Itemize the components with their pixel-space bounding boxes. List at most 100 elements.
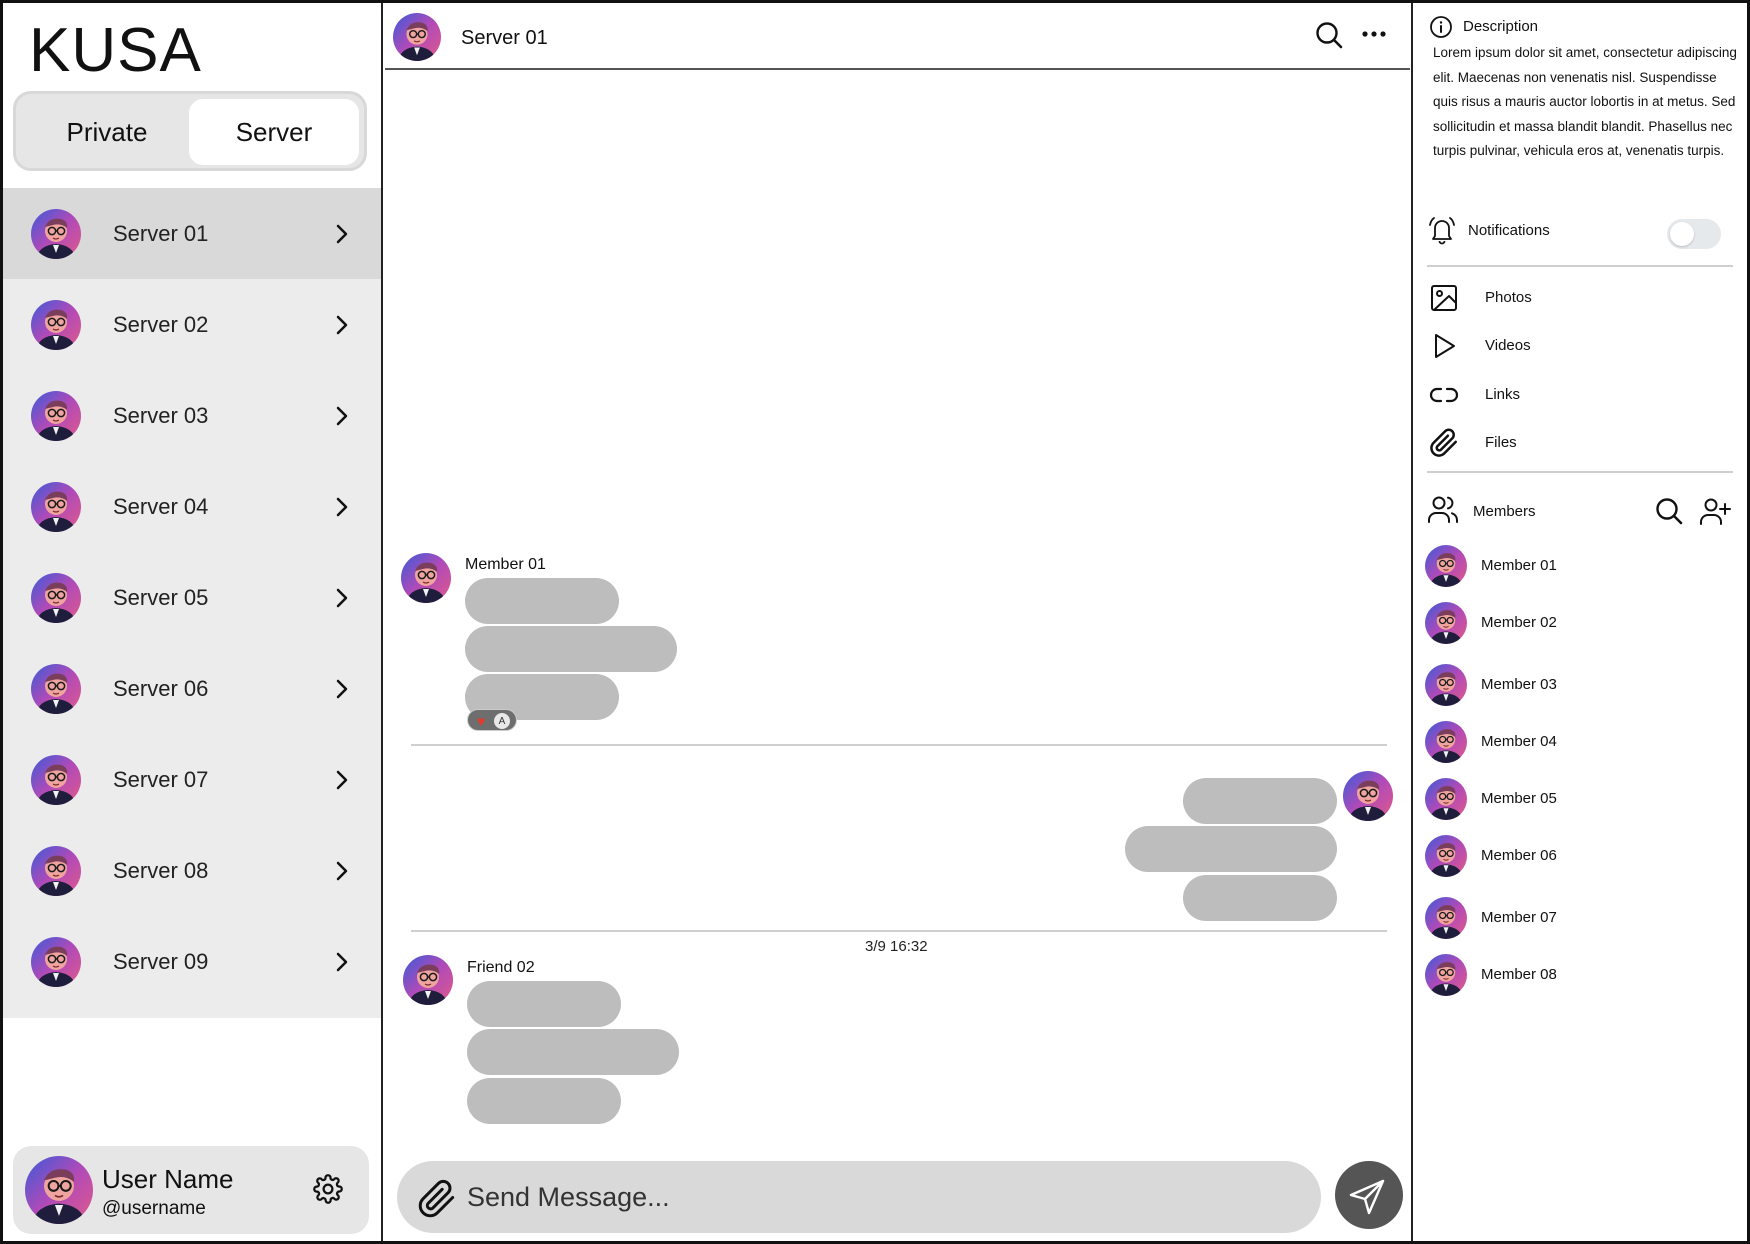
message-bubble[interactable]: [465, 626, 677, 672]
toggle-knob: [1670, 222, 1694, 246]
message-bubble[interactable]: [1183, 778, 1337, 824]
message-bubble[interactable]: [1183, 875, 1337, 921]
sender-name: Friend 02: [467, 959, 535, 976]
server-item[interactable]: Server 08: [3, 825, 381, 916]
gear-icon[interactable]: [313, 1174, 343, 1204]
section-divider: [1427, 471, 1733, 473]
chevron-right-icon: [336, 861, 348, 880]
info-icon: [1430, 16, 1452, 38]
media-label: Files: [1485, 434, 1517, 451]
sender-avatar[interactable]: [403, 955, 453, 1005]
chevron-right-icon: [336, 952, 348, 971]
chat-title: Server 01: [461, 27, 548, 49]
chat-area: Server 01 Member 01 ♥ A 3/9 16:32 Friend…: [385, 3, 1410, 1241]
member-item[interactable]: Member 05: [1425, 778, 1735, 822]
member-avatar: [1425, 545, 1467, 587]
server-label: Server 04: [113, 493, 209, 519]
chat-type-switch: Private Server: [13, 91, 367, 171]
heart-icon: ♥: [477, 713, 486, 729]
member-item[interactable]: Member 03: [1425, 664, 1735, 708]
media-photos[interactable]: Photos: [1429, 281, 1729, 315]
server-item[interactable]: Server 04: [3, 461, 381, 552]
reaction-chip[interactable]: ♥ A: [467, 709, 517, 731]
message-bubble[interactable]: [467, 1078, 621, 1124]
server-label: Server 03: [113, 402, 209, 428]
message-input[interactable]: [467, 1171, 1287, 1223]
message-bubble[interactable]: [465, 578, 619, 624]
server-item[interactable]: Server 07: [3, 734, 381, 825]
member-name: Member 07: [1481, 909, 1557, 926]
message-bubble[interactable]: [467, 981, 621, 1027]
media-label: Links: [1485, 386, 1521, 403]
server-item[interactable]: Server 09: [3, 916, 381, 1007]
search-icon[interactable]: [1315, 21, 1343, 49]
users-icon: [1428, 496, 1458, 523]
server-avatar: [31, 573, 81, 623]
member-item[interactable]: Member 08: [1425, 954, 1735, 998]
member-avatar: [1425, 721, 1467, 763]
members-label: Members: [1473, 503, 1536, 520]
member-item[interactable]: Member 02: [1425, 602, 1735, 646]
member-avatar: [1425, 664, 1467, 706]
message-timestamp: 3/9 16:32: [865, 938, 928, 955]
attach-paperclip-icon[interactable]: [417, 1179, 457, 1219]
message-bubble[interactable]: [467, 1029, 679, 1075]
server-item[interactable]: Server 05: [3, 552, 381, 643]
server-item[interactable]: Server 06: [3, 643, 381, 734]
chevron-right-icon: [336, 770, 348, 789]
server-avatar: [31, 391, 81, 441]
details-panel: Description Lorem ipsum dolor sit amet, …: [1411, 3, 1747, 1241]
media-label: Photos: [1485, 289, 1532, 306]
user-handle: @username: [102, 1198, 206, 1219]
chevron-right-icon: [336, 406, 348, 425]
bell-icon: [1429, 217, 1455, 245]
tab-server[interactable]: Server: [189, 99, 359, 165]
server-label: Server 09: [113, 948, 209, 974]
member-name: Member 08: [1481, 966, 1557, 983]
media-files[interactable]: Files: [1429, 426, 1729, 460]
chat-server-avatar: [393, 13, 441, 61]
server-avatar: [31, 755, 81, 805]
chevron-right-icon: [336, 224, 348, 243]
member-name: Member 05: [1481, 790, 1557, 807]
add-member-icon[interactable]: [1699, 495, 1731, 527]
message-divider: [411, 744, 1387, 746]
server-item[interactable]: Server 02: [3, 279, 381, 370]
send-button[interactable]: [1335, 1161, 1403, 1229]
play-icon: [1435, 334, 1455, 358]
tab-private[interactable]: Private: [22, 99, 192, 165]
current-user-card: User Name @username: [13, 1146, 369, 1234]
server-item[interactable]: Server 01: [3, 188, 381, 279]
message-divider: [411, 930, 1387, 932]
member-item[interactable]: Member 07: [1425, 897, 1735, 941]
server-avatar: [31, 482, 81, 532]
chevron-right-icon: [336, 679, 348, 698]
member-item[interactable]: Member 01: [1425, 545, 1735, 589]
server-label: Server 01: [113, 220, 209, 246]
member-avatar: [1425, 835, 1467, 877]
media-videos[interactable]: Videos: [1429, 329, 1729, 363]
link-icon: [1429, 387, 1459, 403]
description-text: Lorem ipsum dolor sit amet, consectetur …: [1433, 45, 1737, 158]
server-avatar: [31, 664, 81, 714]
server-label: Server 06: [113, 675, 209, 701]
server-item[interactable]: Server 03: [3, 370, 381, 461]
reactor-badge: A: [494, 713, 510, 729]
user-avatar[interactable]: [25, 1156, 93, 1224]
notifications-toggle[interactable]: [1667, 219, 1721, 249]
more-options-icon[interactable]: [1361, 27, 1387, 41]
member-name: Member 01: [1481, 557, 1557, 574]
search-members-icon[interactable]: [1655, 497, 1683, 525]
member-name: Member 03: [1481, 676, 1557, 693]
member-item[interactable]: Member 04: [1425, 721, 1735, 765]
section-divider: [1427, 265, 1733, 267]
member-item[interactable]: Member 06: [1425, 835, 1735, 879]
media-links[interactable]: Links: [1429, 378, 1729, 412]
chevron-right-icon: [336, 315, 348, 334]
server-avatar: [31, 300, 81, 350]
message-bubble[interactable]: [1125, 826, 1337, 872]
sender-avatar[interactable]: [401, 553, 451, 603]
server-avatar: [31, 846, 81, 896]
sidebar: KUSA Private Server Server 01 Server 02 …: [3, 3, 383, 1241]
own-avatar[interactable]: [1343, 771, 1393, 821]
